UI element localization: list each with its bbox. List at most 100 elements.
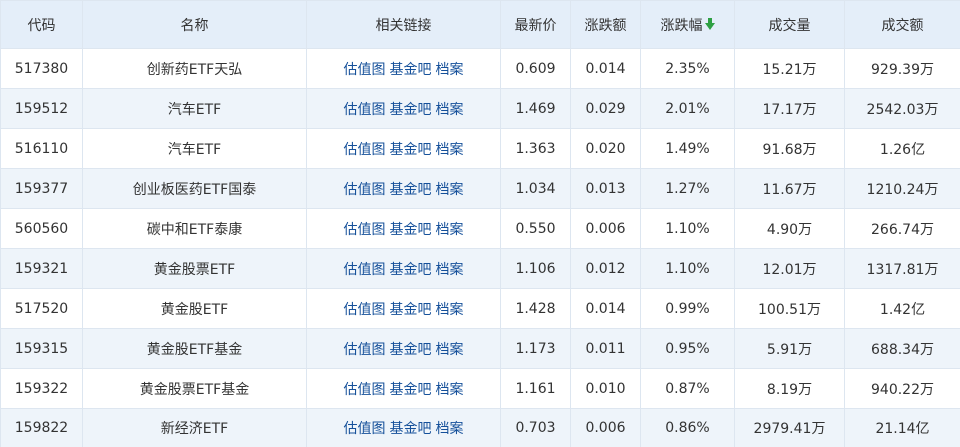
cell-price: 1.469	[500, 88, 571, 129]
link-forum[interactable]: 基金吧	[390, 182, 432, 198]
cell-name[interactable]: 黄金股票ETF	[82, 248, 307, 289]
header-volume[interactable]: 成交量	[734, 0, 845, 49]
link-archive[interactable]: 档案	[436, 142, 464, 158]
link-valuation[interactable]: 估值图	[344, 262, 386, 278]
table-row: 159377 创业板医药ETF国泰 估值图 基金吧 档案 1.034 0.013 1.27% 1…	[0, 168, 960, 209]
arrow-down-icon[interactable]	[704, 17, 715, 34]
table-row: 159321 黄金股票ETF 估值图 基金吧 档案 1.106 0.012 1.10% 12.0…	[0, 248, 960, 289]
cell-price: 1.428	[500, 288, 571, 329]
link-valuation[interactable]: 估值图	[344, 302, 386, 318]
cell-code[interactable]: 159377	[0, 168, 83, 209]
link-archive[interactable]: 档案	[436, 342, 464, 358]
cell-code[interactable]: 560560	[0, 208, 83, 249]
link-archive[interactable]: 档案	[436, 182, 464, 198]
header-pct[interactable]: 涨跌幅	[640, 0, 735, 49]
cell-pct: 0.99%	[640, 288, 735, 329]
cell-code[interactable]: 159322	[0, 368, 83, 409]
cell-code[interactable]: 516110	[0, 128, 83, 169]
cell-name[interactable]: 汽车ETF	[82, 128, 307, 169]
cell-amount: 1210.24万	[844, 168, 960, 209]
link-valuation[interactable]: 估值图	[344, 182, 386, 198]
cell-code[interactable]: 159315	[0, 328, 83, 369]
cell-amount: 940.22万	[844, 368, 960, 409]
cell-pct: 1.10%	[640, 248, 735, 289]
cell-links: 估值图 基金吧 档案	[306, 288, 501, 329]
cell-name[interactable]: 黄金股ETF基金	[82, 328, 307, 369]
cell-pct: 0.87%	[640, 368, 735, 409]
header-pct-label: 涨跌幅	[660, 17, 703, 34]
cell-volume: 100.51万	[734, 288, 845, 329]
link-valuation[interactable]: 估值图	[344, 62, 386, 78]
cell-pct: 1.49%	[640, 128, 735, 169]
link-archive[interactable]: 档案	[436, 222, 464, 238]
cell-pct: 0.95%	[640, 328, 735, 369]
cell-amount: 1.26亿	[844, 128, 960, 169]
cell-name[interactable]: 创业板医药ETF国泰	[82, 168, 307, 209]
table-row: 516110 汽车ETF 估值图 基金吧 档案 1.363 0.020 1.49% 91.68万…	[0, 128, 960, 169]
cell-amount: 929.39万	[844, 48, 960, 89]
cell-volume: 5.91万	[734, 328, 845, 369]
link-archive[interactable]: 档案	[436, 421, 464, 437]
cell-code[interactable]: 517520	[0, 288, 83, 329]
header-price[interactable]: 最新价	[500, 0, 571, 49]
cell-volume: 91.68万	[734, 128, 845, 169]
link-archive[interactable]: 档案	[436, 62, 464, 78]
cell-links: 估值图 基金吧 档案	[306, 88, 501, 129]
link-forum[interactable]: 基金吧	[390, 62, 432, 78]
cell-change: 0.020	[570, 128, 641, 169]
cell-amount: 688.34万	[844, 328, 960, 369]
link-archive[interactable]: 档案	[436, 382, 464, 398]
link-valuation[interactable]: 估值图	[344, 142, 386, 158]
cell-pct: 1.27%	[640, 168, 735, 209]
link-archive[interactable]: 档案	[436, 302, 464, 318]
cell-name[interactable]: 创新药ETF天弘	[82, 48, 307, 89]
cell-volume: 12.01万	[734, 248, 845, 289]
cell-name[interactable]: 黄金股票ETF基金	[82, 368, 307, 409]
link-forum[interactable]: 基金吧	[390, 262, 432, 278]
link-valuation[interactable]: 估值图	[344, 382, 386, 398]
cell-volume: 11.67万	[734, 168, 845, 209]
cell-code[interactable]: 517380	[0, 48, 83, 89]
cell-code[interactable]: 159822	[0, 408, 83, 447]
table-row: 159322 黄金股票ETF基金 估值图 基金吧 档案 1.161 0.010 0.87% 8.…	[0, 368, 960, 409]
cell-links: 估值图 基金吧 档案	[306, 168, 501, 209]
cell-change: 0.014	[570, 288, 641, 329]
link-forum[interactable]: 基金吧	[390, 382, 432, 398]
link-forum[interactable]: 基金吧	[390, 222, 432, 238]
etf-quote-table: 代码 名称 相关链接 最新价 涨跌额 涨跌幅 成交量 成交额 517380 创新药…	[0, 0, 960, 447]
link-forum[interactable]: 基金吧	[390, 421, 432, 437]
link-valuation[interactable]: 估值图	[344, 342, 386, 358]
header-code[interactable]: 代码	[0, 0, 83, 49]
cell-price: 0.609	[500, 48, 571, 89]
cell-amount: 1.42亿	[844, 288, 960, 329]
cell-name[interactable]: 碳中和ETF泰康	[82, 208, 307, 249]
link-forum[interactable]: 基金吧	[390, 142, 432, 158]
cell-amount: 1317.81万	[844, 248, 960, 289]
cell-links: 估值图 基金吧 档案	[306, 328, 501, 369]
cell-links: 估值图 基金吧 档案	[306, 48, 501, 89]
link-valuation[interactable]: 估值图	[344, 222, 386, 238]
link-valuation[interactable]: 估值图	[344, 102, 386, 118]
header-name[interactable]: 名称	[82, 0, 307, 49]
link-forum[interactable]: 基金吧	[390, 102, 432, 118]
header-change[interactable]: 涨跌额	[570, 0, 641, 49]
cell-code[interactable]: 159512	[0, 88, 83, 129]
link-forum[interactable]: 基金吧	[390, 342, 432, 358]
link-valuation[interactable]: 估值图	[344, 421, 386, 437]
link-archive[interactable]: 档案	[436, 102, 464, 118]
link-forum[interactable]: 基金吧	[390, 302, 432, 318]
table-row: 517380 创新药ETF天弘 估值图 基金吧 档案 0.609 0.014 2.35% 15.…	[0, 48, 960, 89]
cell-name[interactable]: 新经济ETF	[82, 408, 307, 447]
table-body: 517380 创新药ETF天弘 估值图 基金吧 档案 0.609 0.014 2.35% 15.…	[0, 48, 960, 447]
cell-pct: 2.01%	[640, 88, 735, 129]
cell-name[interactable]: 汽车ETF	[82, 88, 307, 129]
cell-volume: 8.19万	[734, 368, 845, 409]
cell-price: 1.161	[500, 368, 571, 409]
cell-name[interactable]: 黄金股ETF	[82, 288, 307, 329]
cell-volume: 15.21万	[734, 48, 845, 89]
cell-code[interactable]: 159321	[0, 248, 83, 289]
header-amount[interactable]: 成交额	[844, 0, 960, 49]
cell-change: 0.011	[570, 328, 641, 369]
link-archive[interactable]: 档案	[436, 262, 464, 278]
table-row: 159315 黄金股ETF基金 估值图 基金吧 档案 1.173 0.011 0.95% 5.9…	[0, 328, 960, 369]
